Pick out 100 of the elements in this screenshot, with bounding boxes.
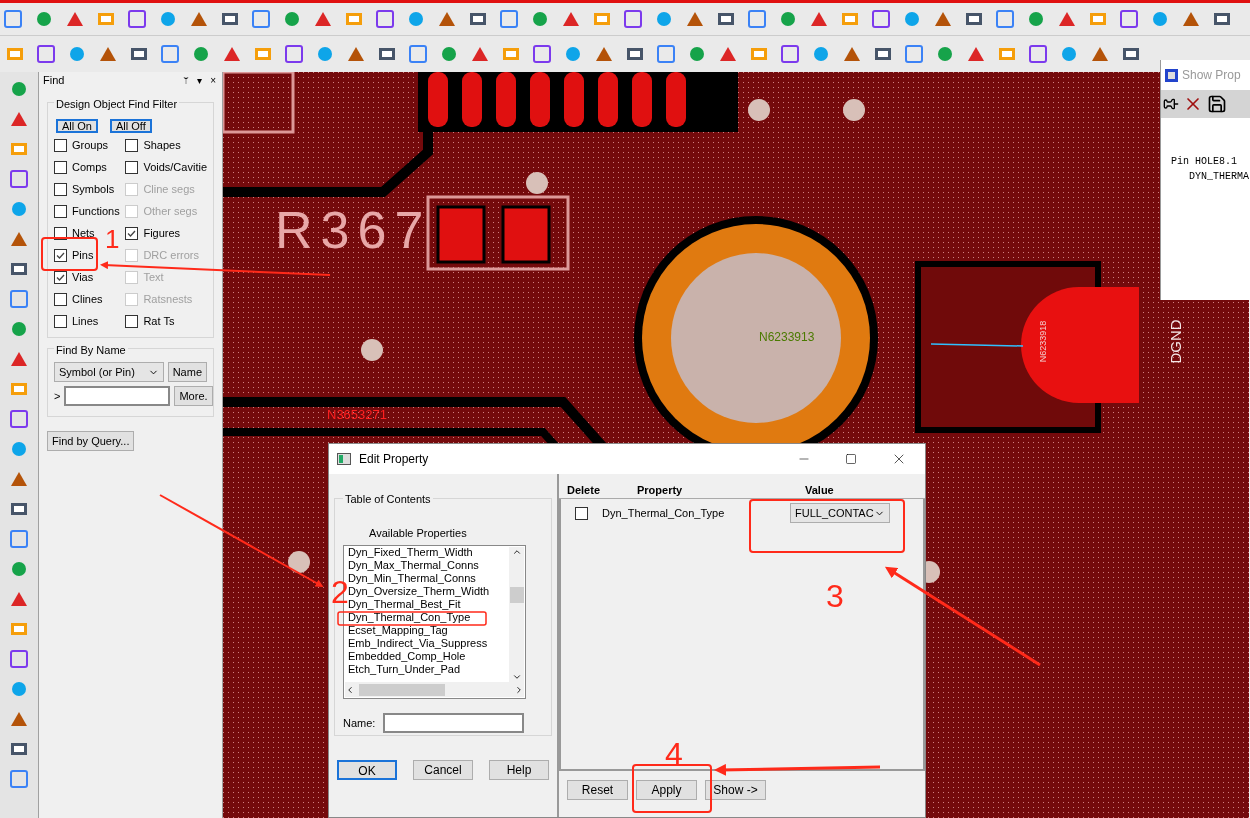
name-input-field[interactable] — [64, 386, 171, 406]
checkbox-label: Other segs — [143, 204, 198, 220]
checkbox[interactable] — [54, 139, 67, 152]
annotation-number: 2 — [331, 576, 349, 608]
tool-icon[interactable] — [870, 8, 892, 30]
scroll-right-icon — [514, 684, 524, 695]
checkbox-label: Comps — [72, 160, 107, 176]
property-text-line: DYN_THERMA — [1188, 170, 1250, 184]
column-header: Delete — [567, 482, 602, 498]
scroll-up-icon — [511, 547, 522, 557]
checkbox-label: Figures — [143, 226, 181, 242]
dialog-button[interactable]: Help — [489, 760, 549, 780]
checkbox-label: Vias — [72, 270, 94, 286]
checkbox-label: Lines — [72, 314, 99, 330]
pin-icon[interactable] — [1163, 96, 1179, 112]
checkbox[interactable] — [54, 161, 67, 174]
window-icon — [1165, 68, 1178, 82]
dialog-button[interactable]: Show -> — [705, 780, 766, 800]
checkbox-label: Symbols — [72, 182, 115, 198]
dialog-title: Edit Property — [359, 451, 429, 468]
scroll-left-icon — [345, 684, 355, 695]
checkbox-label: Cline segs — [143, 182, 195, 198]
panel-control[interactable]: × — [208, 72, 218, 88]
board-label: N6233913 — [759, 331, 815, 343]
panel-control[interactable]: ᛘ — [181, 72, 192, 88]
scroll-thumb[interactable] — [509, 587, 524, 603]
column-header: Property — [637, 482, 684, 498]
dialog-button[interactable]: Apply — [636, 780, 697, 800]
name-input-field[interactable] — [383, 713, 525, 733]
board-label: N3653271 — [327, 408, 387, 421]
filter-button[interactable]: All On — [56, 118, 98, 133]
checkmark-icon — [55, 272, 66, 283]
board-label: N6233918 — [1039, 320, 1049, 363]
checkbox[interactable] — [125, 315, 139, 328]
checkbox-label: Functions — [72, 204, 120, 220]
tool-icon[interactable] — [8, 408, 30, 430]
checkbox[interactable] — [125, 161, 139, 174]
checkbox-label: Voids/Cavitie — [143, 160, 207, 176]
tool-icon[interactable] — [126, 8, 148, 30]
property-list-item[interactable]: Dyn_Thermal_Best_Fit — [348, 599, 509, 610]
tool-icon[interactable] — [35, 43, 57, 65]
property-list-item[interactable]: Dyn_Max_Thermal_Conns — [348, 560, 509, 571]
tool-icon[interactable] — [622, 8, 644, 30]
property-list-item[interactable]: Emb_Indirect_Via_Suppress — [348, 638, 509, 649]
tool-icon[interactable] — [374, 8, 396, 30]
checkbox-label: Text — [143, 270, 164, 286]
tool-icon[interactable] — [1118, 8, 1140, 30]
value-dropdown[interactable]: FULL_CONTAC — [790, 503, 890, 523]
checkbox[interactable] — [54, 293, 67, 306]
property-list-item[interactable]: Dyn_Oversize_Therm_Width — [348, 586, 509, 597]
board-label: R367 — [275, 204, 432, 256]
checkbox[interactable] — [125, 139, 139, 152]
list-title: Available Properties — [369, 525, 468, 541]
highlight-frame — [41, 237, 98, 271]
property-list-item[interactable]: Etch_Turn_Under_Pad — [348, 664, 509, 675]
tool-icon[interactable] — [779, 43, 801, 65]
checkbox-label: Rat Ts — [143, 314, 175, 330]
save-icon[interactable] — [1207, 94, 1227, 114]
dialog-button[interactable]: Reset — [567, 780, 628, 800]
vertical-scrollbar[interactable] — [509, 547, 524, 682]
name-button[interactable]: Name — [167, 362, 207, 382]
dialog-button[interactable]: Cancel — [413, 760, 473, 780]
checkbox[interactable] — [54, 205, 67, 218]
tool-icon[interactable] — [8, 648, 30, 670]
horizontal-scrollbar[interactable] — [345, 682, 524, 697]
checkmark-icon — [55, 250, 66, 261]
property-name: Dyn_Thermal_Con_Type — [602, 505, 726, 521]
prompt-glyph: > — [54, 388, 61, 404]
window-icon — [337, 453, 351, 465]
board-label: DGND — [1167, 319, 1183, 364]
property-list-item[interactable]: Dyn_Fixed_Therm_Width — [348, 547, 509, 558]
delete-checkbox[interactable] — [575, 506, 588, 520]
property-list-item[interactable]: Dyn_Thermal_Con_Type — [348, 612, 509, 623]
dialog-button[interactable]: OK — [337, 760, 397, 780]
filter-button[interactable]: All Off — [109, 118, 152, 133]
checkbox-label: DRC errors — [143, 248, 200, 264]
type-dropdown[interactable]: Symbol (or Pin) — [54, 362, 164, 382]
annotation-number: 1 — [105, 226, 120, 252]
checkbox-label: Nets — [72, 226, 95, 242]
tool-icon[interactable] — [1027, 43, 1049, 65]
maximize-icon[interactable] — [845, 453, 857, 465]
checkbox[interactable] — [125, 227, 139, 240]
more-button[interactable]: More. — [174, 386, 213, 406]
find-by-query-button[interactable]: Find by Query... — [47, 431, 135, 451]
tool-icon[interactable] — [8, 168, 30, 190]
checkbox[interactable] — [54, 271, 67, 284]
annotation-number: 4 — [665, 738, 683, 770]
tool-icon[interactable] — [531, 43, 553, 65]
property-list-item[interactable]: Dyn_Min_Thermal_Conns — [348, 573, 509, 584]
scroll-down-icon — [511, 672, 522, 682]
checkbox[interactable] — [54, 315, 67, 328]
annotation-number: 3 — [826, 580, 844, 612]
property-list-item[interactable]: Ecset_Mapping_Tag — [348, 625, 509, 636]
checkbox[interactable] — [54, 183, 67, 196]
tool-icon[interactable] — [283, 43, 305, 65]
panel-title: Find — [43, 72, 65, 88]
checkbox[interactable] — [54, 249, 67, 262]
panel-control[interactable]: ▾ — [195, 72, 205, 88]
scroll-thumb[interactable] — [359, 683, 445, 696]
property-list-item[interactable]: Embedded_Comp_Hole — [348, 651, 509, 662]
